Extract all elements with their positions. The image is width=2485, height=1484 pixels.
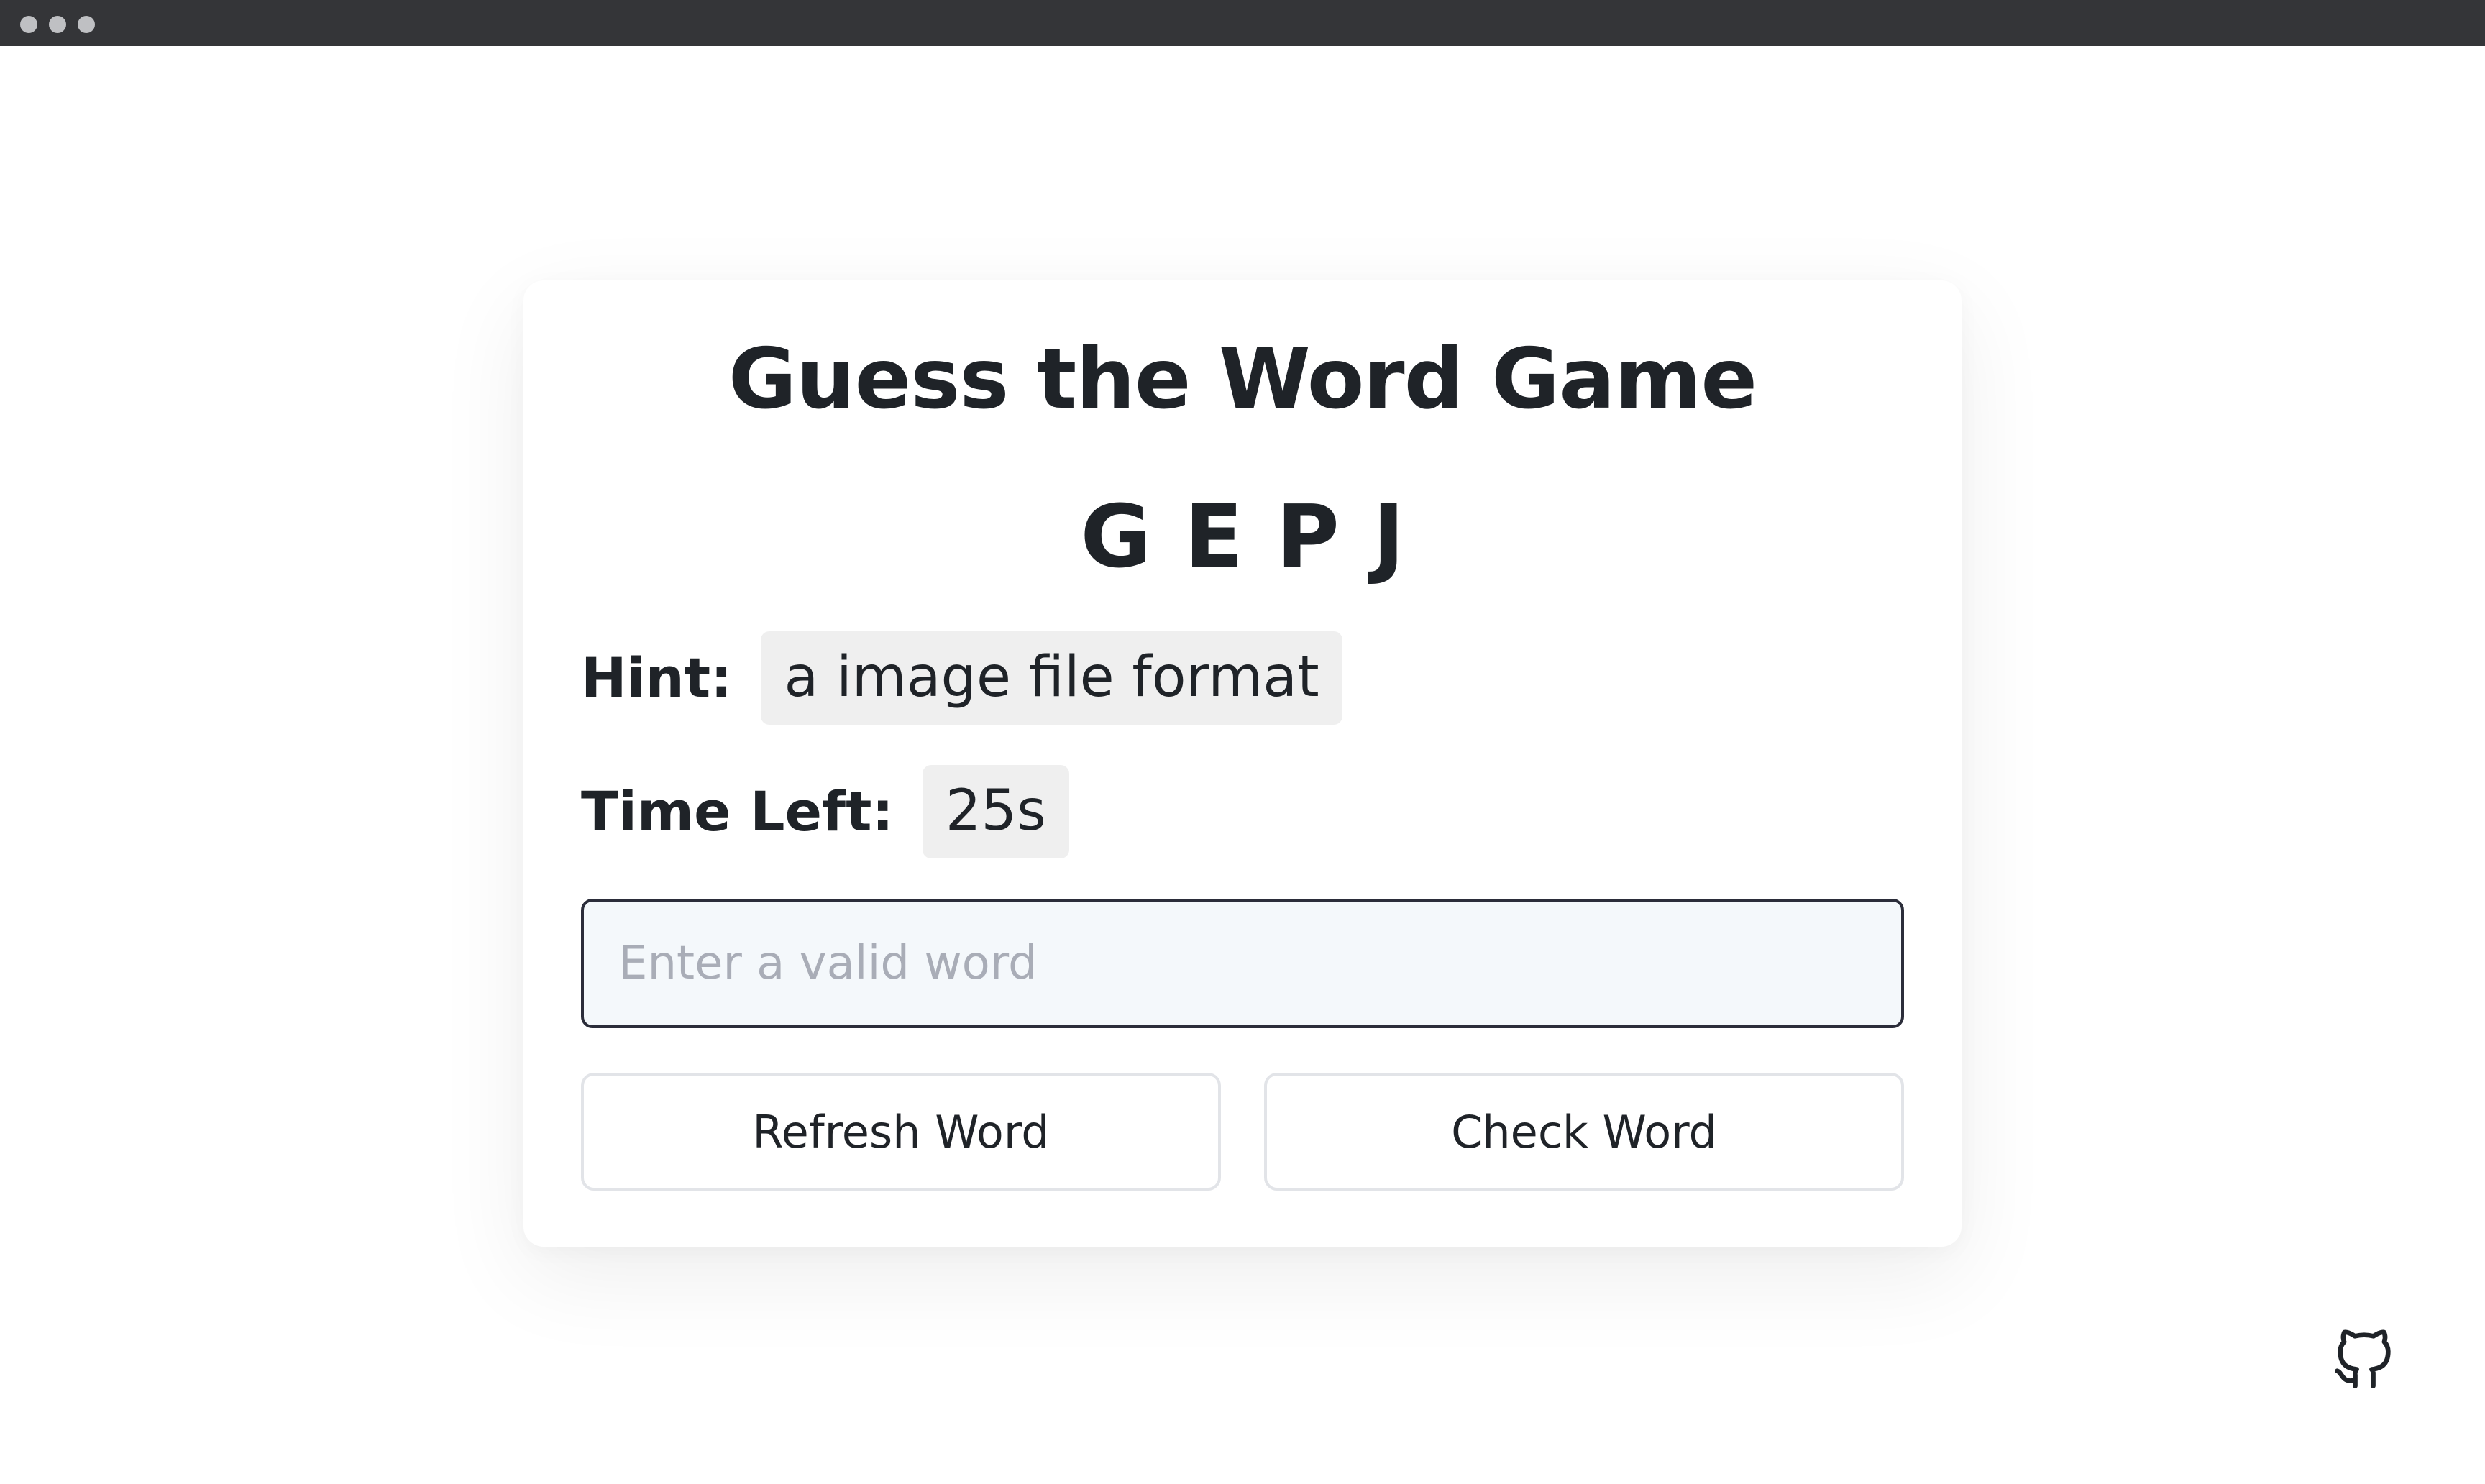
window-maximize-dot[interactable] (78, 16, 95, 33)
page-title: Guess the Word Game (728, 331, 1757, 428)
game-card: Guess the Word Game GEPJ Hint: a image f… (523, 280, 1962, 1247)
scrambled-word: GEPJ (1080, 487, 1438, 587)
word-input[interactable] (581, 899, 1904, 1028)
refresh-word-button[interactable]: Refresh Word (581, 1073, 1221, 1191)
window-minimize-dot[interactable] (49, 16, 66, 33)
hint-row: Hint: a image file format (581, 631, 1342, 725)
time-row: Time Left: 25s (581, 765, 1069, 858)
time-label: Time Left: (581, 779, 894, 844)
github-icon[interactable] (2328, 1323, 2400, 1395)
hint-value: a image file format (761, 631, 1342, 725)
window-close-dot[interactable] (20, 16, 37, 33)
window-title-bar (0, 0, 2485, 46)
time-value: 25s (922, 765, 1069, 858)
check-word-button[interactable]: Check Word (1264, 1073, 1904, 1191)
hint-label: Hint: (581, 646, 733, 710)
